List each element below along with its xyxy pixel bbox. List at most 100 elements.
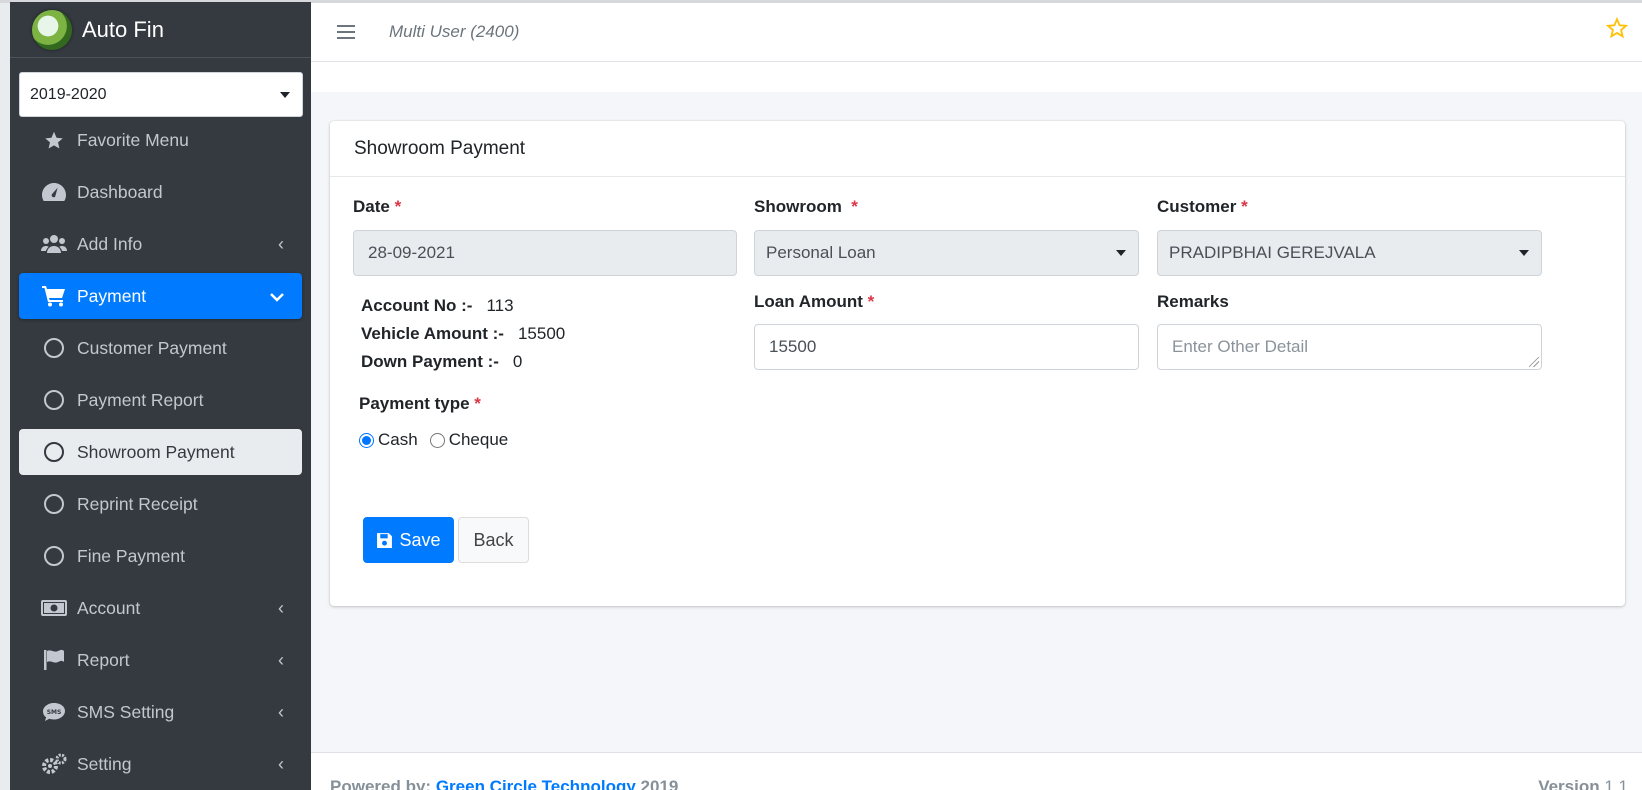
back-button[interactable]: Back bbox=[458, 517, 529, 563]
sidebar-item-payment-report[interactable]: Payment Report bbox=[19, 377, 302, 423]
sidebar-item-label: Customer Payment bbox=[77, 337, 227, 358]
required-marker: * bbox=[394, 197, 402, 216]
sidebar-item-dashboard[interactable]: Dashboard bbox=[19, 169, 302, 215]
remarks-placeholder: Enter Other Detail bbox=[1172, 337, 1309, 356]
cash-radio[interactable] bbox=[359, 432, 374, 448]
payment-type-label-text: Payment type bbox=[359, 394, 470, 413]
sidebar-item-label: Account bbox=[77, 597, 141, 618]
cheque-radio-label[interactable]: Cheque bbox=[449, 430, 509, 450]
resize-grip-icon[interactable] bbox=[1529, 357, 1539, 367]
circle-icon bbox=[41, 441, 67, 463]
version-label: Version bbox=[1538, 777, 1600, 790]
customer-label: Customer * bbox=[1157, 197, 1248, 217]
sidebar-item-add-info[interactable]: Add Info ‹ bbox=[19, 221, 302, 267]
sidebar-item-label: Fine Payment bbox=[77, 545, 185, 566]
remarks-label: Remarks bbox=[1157, 292, 1229, 312]
remarks-label-text: Remarks bbox=[1157, 292, 1229, 311]
chevron-down-icon bbox=[280, 91, 290, 98]
chevron-left-icon: ‹ bbox=[278, 233, 284, 254]
vehicle-amount-row: Vehicle Amount :- 15500 bbox=[361, 324, 565, 344]
cheque-radio[interactable] bbox=[429, 432, 445, 448]
brand-name: Auto Fin bbox=[82, 16, 164, 42]
payment-type-label: Payment type * bbox=[359, 394, 481, 414]
chevron-left-icon: ‹ bbox=[278, 701, 284, 722]
tachometer-icon bbox=[41, 181, 67, 203]
chevron-left-icon: ‹ bbox=[278, 597, 284, 618]
date-field[interactable]: 28-09-2021 bbox=[353, 230, 737, 276]
sidebar-item-label: Payment bbox=[77, 285, 147, 306]
content-header bbox=[311, 62, 1642, 92]
user-label: Multi User (2400) bbox=[389, 22, 520, 41]
sidebar-item-favorite-menu[interactable]: Favorite Menu bbox=[19, 117, 302, 163]
footer-year: 2019 bbox=[640, 777, 679, 790]
sidebar-nav: Favorite Menu Dashboard Add Info ‹ Payme… bbox=[10, 117, 311, 787]
showroom-value: Personal Loan bbox=[766, 243, 876, 262]
required-marker: * bbox=[1241, 197, 1248, 216]
cart-icon bbox=[41, 285, 67, 307]
showroom-select[interactable]: Personal Loan bbox=[754, 230, 1139, 276]
card-title: Showroom Payment bbox=[330, 121, 1625, 177]
chevron-left-icon: ‹ bbox=[278, 753, 284, 774]
sidebar-item-label: Reprint Receipt bbox=[77, 493, 198, 514]
loan-amount-input[interactable]: 15500 bbox=[754, 324, 1139, 370]
star-icon bbox=[41, 129, 67, 151]
chevron-down-icon bbox=[1116, 250, 1126, 256]
sidebar-item-customer-payment[interactable]: Customer Payment bbox=[19, 325, 302, 371]
version-number: 1.1 bbox=[1604, 777, 1628, 790]
date-label: Date * bbox=[353, 197, 401, 217]
sidebar-item-label: Payment Report bbox=[77, 389, 204, 410]
sidebar-item-setting[interactable]: Setting ‹ bbox=[19, 741, 302, 787]
floppy-disk-icon bbox=[376, 532, 393, 549]
vehicle-amount-label: Vehicle Amount :- bbox=[361, 324, 504, 343]
sidebar-item-reprint-receipt[interactable]: Reprint Receipt bbox=[19, 481, 302, 527]
cash-radio-label[interactable]: Cash bbox=[378, 430, 418, 450]
circle-icon bbox=[41, 337, 67, 359]
showroom-label: Showroom * bbox=[754, 197, 858, 217]
circle-icon bbox=[41, 493, 67, 515]
financial-year-value: 2019-2020 bbox=[30, 85, 107, 103]
cogs-icon bbox=[41, 753, 67, 775]
chevron-down-icon bbox=[1519, 250, 1529, 256]
account-no-label: Account No :- bbox=[361, 296, 473, 315]
chevron-left-icon: ‹ bbox=[278, 649, 284, 670]
svg-text:SMS: SMS bbox=[47, 709, 62, 716]
users-icon bbox=[41, 233, 67, 255]
down-payment-row: Down Payment :- 0 bbox=[361, 352, 522, 372]
sidebar-item-report[interactable]: Report ‹ bbox=[19, 637, 302, 683]
date-label-text: Date bbox=[353, 197, 390, 216]
required-marker: * bbox=[851, 197, 858, 216]
financial-year-select[interactable]: 2019-2020 bbox=[19, 72, 303, 117]
down-payment-value: 0 bbox=[512, 352, 523, 371]
chevron-down-icon bbox=[270, 286, 284, 307]
brand-logo bbox=[32, 9, 72, 50]
flag-icon bbox=[41, 649, 67, 671]
sidebar-item-label: Dashboard bbox=[77, 181, 163, 202]
sidebar-item-showroom-payment[interactable]: Showroom Payment bbox=[19, 429, 302, 475]
hamburger-menu-icon[interactable] bbox=[337, 21, 355, 43]
sidebar-item-label: Report bbox=[77, 649, 130, 670]
customer-select[interactable]: PRADIPBHAI GEREJVALA bbox=[1157, 230, 1542, 276]
save-button[interactable]: Save bbox=[363, 517, 454, 563]
sms-icon: SMS bbox=[41, 701, 67, 723]
required-marker: * bbox=[474, 394, 481, 413]
sidebar: Auto Fin 2019-2020 Favorite Menu Dashboa… bbox=[10, 2, 311, 790]
company-link[interactable]: Green Circle Technology bbox=[436, 777, 636, 790]
customer-label-text: Customer bbox=[1157, 197, 1237, 216]
version-info: Version 1.1 bbox=[1538, 777, 1628, 790]
top-navbar: Multi User (2400) bbox=[311, 3, 1642, 62]
footer: Powered by: Green Circle Technology 2019… bbox=[311, 752, 1642, 790]
brand-link[interactable]: Auto Fin bbox=[10, 2, 311, 58]
sidebar-item-sms-setting[interactable]: SMS SMS Setting ‹ bbox=[19, 689, 302, 735]
showroom-payment-card: Showroom Payment Date * 28-09-2021 Showr… bbox=[330, 121, 1625, 606]
sidebar-item-account[interactable]: Account ‹ bbox=[19, 585, 302, 631]
payment-type-radio-group: Cash Cheque bbox=[359, 430, 508, 450]
required-marker: * bbox=[867, 292, 875, 311]
sidebar-item-label: SMS Setting bbox=[77, 701, 175, 722]
showroom-label-text: Showroom bbox=[754, 197, 842, 216]
sidebar-item-payment[interactable]: Payment bbox=[19, 273, 302, 319]
sidebar-item-label: Setting bbox=[77, 753, 132, 774]
sidebar-item-fine-payment[interactable]: Fine Payment bbox=[19, 533, 302, 579]
remarks-textarea[interactable]: Enter Other Detail bbox=[1157, 324, 1542, 370]
save-button-label: Save bbox=[399, 529, 441, 550]
favorite-star-icon[interactable] bbox=[1605, 16, 1629, 44]
